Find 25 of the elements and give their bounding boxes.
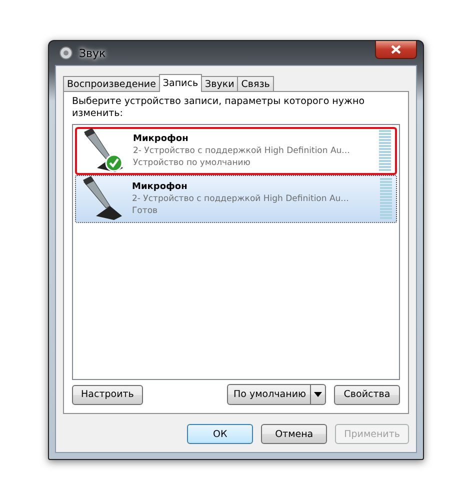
device-description: 2- Устройство с поддержкой High Definition Au... [132, 193, 349, 205]
close-icon [391, 45, 401, 54]
device-item[interactable]: Микрофон 2- Устройство с поддержкой High Definition Au... Готов [75, 175, 397, 223]
level-meter-icon [380, 178, 392, 220]
tab[interactable]: Запись [158, 74, 202, 92]
configure-button[interactable]: Настроить [72, 384, 143, 404]
dialog-button[interactable]: ОК [187, 424, 254, 444]
tab[interactable]: Связь [237, 76, 274, 92]
device-name: Микрофон [133, 133, 188, 145]
speaker-icon [59, 46, 73, 60]
device-name: Микрофон [132, 181, 188, 193]
device-status: Устройство по умолчанию [133, 157, 250, 169]
window-title: Звук [79, 46, 106, 60]
set-default-button[interactable]: По умолчанию [226, 384, 326, 405]
caret-icon [310, 385, 325, 404]
device-description: 2- Устройство с поддержкой High Definition Au... [133, 145, 350, 157]
instruction-text: Выберите устройство записи, параметры которого нужно изменить: [72, 96, 366, 120]
tab[interactable]: Воспроизведение [63, 76, 160, 92]
close-button[interactable] [375, 41, 417, 59]
properties-button[interactable]: Свойства [334, 384, 400, 404]
device-status: Готов [132, 205, 158, 217]
dialog-button[interactable]: Отмена [261, 424, 328, 444]
level-meter-icon [379, 130, 391, 172]
tab[interactable]: Звуки [201, 76, 238, 92]
device-item[interactable]: Микрофон 2- Устройство с поддержкой High Definition Au... Устройство по умолчанию [75, 127, 397, 175]
